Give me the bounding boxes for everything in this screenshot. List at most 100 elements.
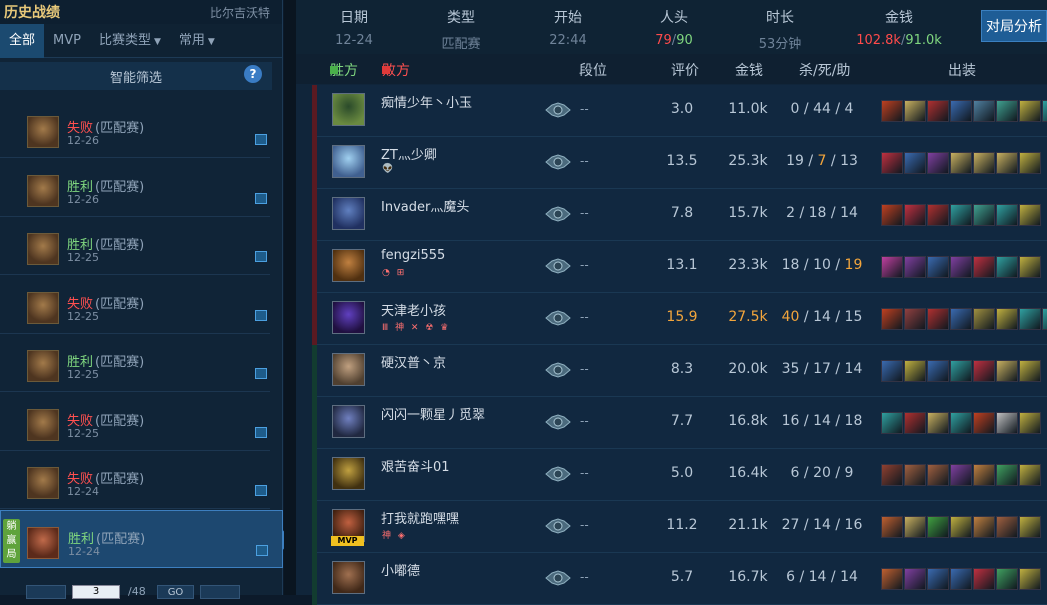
player-row[interactable]: 痴情少年丶小玉 -- 3.0 11.0k 0 / 44 / 4	[312, 85, 1047, 137]
item-icon[interactable]	[996, 516, 1018, 538]
champion-icon[interactable]	[332, 457, 365, 490]
item-icon[interactable]	[927, 412, 949, 434]
player-row[interactable]: 艰苦奋斗01 -- 5.0 16.4k 6 / 20 / 9	[312, 449, 1047, 501]
item-icon[interactable]	[927, 152, 949, 174]
screenshot-icon[interactable]	[255, 485, 267, 496]
champion-icon[interactable]	[332, 561, 365, 594]
prev-page-button[interactable]	[26, 585, 66, 599]
champion-icon[interactable]	[332, 93, 365, 126]
item-icon[interactable]	[1019, 516, 1041, 538]
item-icon[interactable]	[881, 100, 903, 122]
champion-icon[interactable]	[332, 145, 365, 178]
item-icon[interactable]	[1019, 568, 1041, 590]
match-item[interactable]: 胜利 (匹配赛) 12-25	[0, 334, 270, 392]
item-icon[interactable]	[1019, 152, 1041, 174]
screenshot-icon[interactable]	[255, 251, 267, 262]
item-icon[interactable]	[973, 308, 995, 330]
item-icon[interactable]	[950, 360, 972, 382]
item-icon[interactable]	[1019, 308, 1041, 330]
item-icon[interactable]	[881, 568, 903, 590]
item-icon[interactable]	[996, 360, 1018, 382]
champion-icon[interactable]	[332, 353, 365, 386]
item-icon[interactable]	[973, 152, 995, 174]
tab-3[interactable]: 常用 ▼	[170, 24, 224, 58]
item-icon[interactable]	[1019, 204, 1041, 226]
item-icon[interactable]	[881, 360, 903, 382]
item-icon[interactable]	[927, 256, 949, 278]
item-icon[interactable]	[904, 100, 926, 122]
item-icon[interactable]	[996, 256, 1018, 278]
screenshot-icon[interactable]	[256, 544, 268, 556]
item-icon[interactable]	[1019, 464, 1041, 486]
item-icon[interactable]	[973, 256, 995, 278]
item-icon[interactable]	[996, 412, 1018, 434]
item-icon[interactable]	[973, 464, 995, 486]
item-icon[interactable]	[927, 360, 949, 382]
item-icon[interactable]	[950, 152, 972, 174]
tab-0[interactable]: 全部	[0, 23, 45, 58]
player-name[interactable]: Invader灬魔头	[381, 196, 469, 215]
match-item[interactable]: 胜利 (匹配赛) 12-26	[0, 159, 270, 217]
next-page-button[interactable]	[200, 585, 240, 599]
tab-2[interactable]: 比赛类型 ▼	[90, 24, 170, 58]
item-icon[interactable]	[950, 464, 972, 486]
item-icon[interactable]	[881, 464, 903, 486]
item-icon[interactable]	[950, 256, 972, 278]
item-icon[interactable]	[881, 516, 903, 538]
screenshot-icon[interactable]	[255, 192, 267, 204]
player-row[interactable]: ZT灬少卿 👽 -- 13.5 25.3k 19 / 7 / 13	[312, 137, 1047, 189]
match-item[interactable]: 躺赢局 胜利 (匹配赛) 12-24	[0, 509, 291, 568]
screenshot-icon[interactable]	[255, 426, 267, 438]
item-icon[interactable]	[881, 412, 903, 434]
item-icon[interactable]	[950, 516, 972, 538]
screenshot-icon[interactable]	[255, 309, 267, 321]
player-row[interactable]: 天津老小孩 Ⅲ 神 ✕ ☢ ♛ -- 15.9 27.5k 40 / 14 / 15	[312, 293, 1047, 345]
item-icon[interactable]	[1019, 412, 1041, 434]
match-item[interactable]: 失败 (匹配赛) 12-25	[0, 276, 270, 334]
server-name[interactable]: 比尔吉沃特	[210, 4, 270, 21]
match-item[interactable]: 失败 (匹配赛) 12-26	[0, 100, 270, 158]
page-input[interactable]: 3	[72, 585, 120, 599]
item-icon[interactable]	[1019, 100, 1041, 122]
champion-icon[interactable]	[332, 405, 365, 438]
item-icon[interactable]	[904, 256, 926, 278]
item-icon[interactable]	[1019, 256, 1041, 278]
item-icon[interactable]	[927, 568, 949, 590]
player-row[interactable]: 小嘟德 -- 5.7 16.7k 6 / 14 / 14	[312, 553, 1047, 605]
item-icon[interactable]	[950, 308, 972, 330]
match-item[interactable]: 胜利 (匹配赛) 12-25	[0, 217, 270, 275]
player-name[interactable]: 打我就跑嘿嘿	[381, 508, 459, 527]
item-icon[interactable]	[996, 204, 1018, 226]
item-icon[interactable]	[973, 412, 995, 434]
item-icon[interactable]	[1019, 360, 1041, 382]
item-icon[interactable]	[973, 100, 995, 122]
item-icon[interactable]	[973, 204, 995, 226]
go-button[interactable]: GO	[157, 585, 194, 599]
item-icon[interactable]	[881, 204, 903, 226]
player-name[interactable]: 痴情少年丶小玉	[381, 92, 472, 111]
item-icon[interactable]	[996, 100, 1018, 122]
item-icon[interactable]	[881, 308, 903, 330]
screenshot-icon[interactable]	[255, 134, 267, 145]
player-row[interactable]: fengzi555 ◔ ⊞ -- 13.1 23.3k 18 / 10 / 19	[312, 241, 1047, 293]
item-icon[interactable]	[904, 152, 926, 174]
item-icon[interactable]	[950, 204, 972, 226]
player-name[interactable]: 硬汉普丶京	[381, 352, 446, 371]
item-icon[interactable]	[973, 568, 995, 590]
match-item[interactable]: 失败 (匹配赛) 12-25	[0, 393, 270, 451]
player-name[interactable]: 天津老小孩	[381, 300, 446, 319]
item-icon[interactable]	[950, 568, 972, 590]
screenshot-icon[interactable]	[255, 368, 267, 379]
item-icon[interactable]	[1042, 100, 1047, 122]
item-icon[interactable]	[881, 152, 903, 174]
player-row[interactable]: Invader灬魔头 -- 7.8 15.7k 2 / 18 / 14	[312, 189, 1047, 241]
player-name[interactable]: 闪闪一颗星丿觅翠	[381, 404, 485, 423]
player-name[interactable]: ZT灬少卿	[381, 144, 437, 163]
smart-filter-bar[interactable]: 智能筛选 ?	[0, 62, 272, 90]
tab-1[interactable]: MVP	[44, 24, 90, 58]
item-icon[interactable]	[904, 360, 926, 382]
item-icon[interactable]	[927, 516, 949, 538]
player-name[interactable]: 小嘟德	[381, 560, 420, 579]
item-icon[interactable]	[927, 464, 949, 486]
player-name[interactable]: fengzi555	[381, 248, 445, 263]
